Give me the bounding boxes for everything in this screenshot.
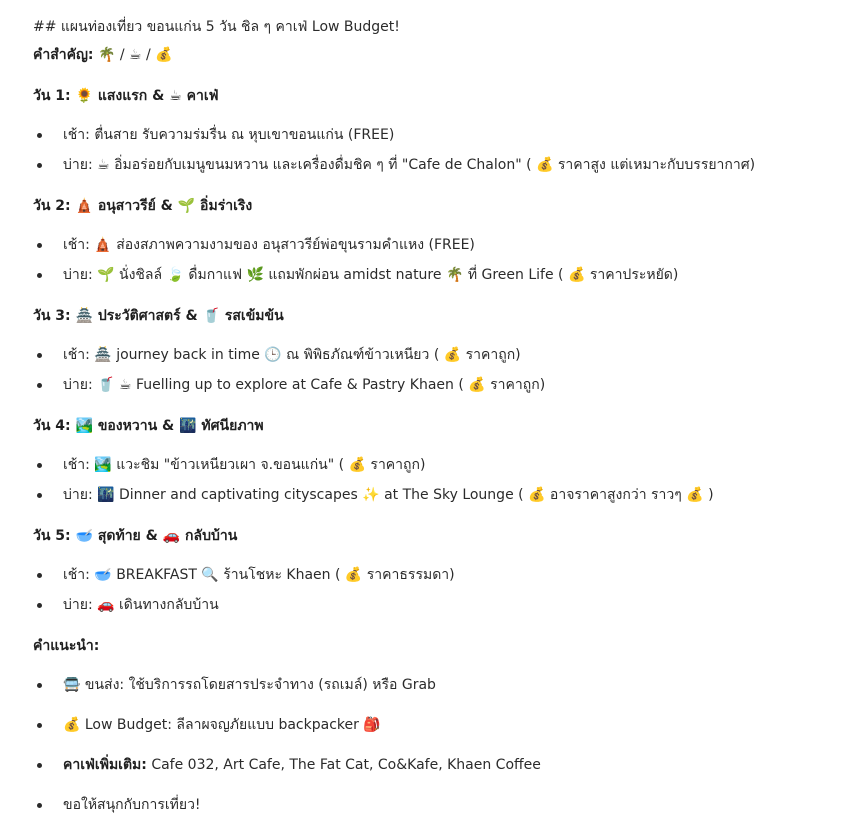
closing-item: ขอให้สนุกกับการเที่ยว! <box>33 795 201 815</box>
keywords-value: 🌴 / ☕ / 💰 <box>97 47 173 63</box>
tip-more-cafes-item: คาเฟ่เพิ่มเติม: Cafe 032, Art Cafe, The … <box>33 755 541 775</box>
day-1-morning-item: เช้า: ตื่นสาย รับความร่มรื่น ณ หุบเขาขอน… <box>33 125 394 145</box>
keywords-line: คำสำคัญ: 🌴 / ☕ / 💰 <box>33 45 173 65</box>
tip-transport-item: 🚍 ขนส่ง: ใช้บริการรถโดยสารประจำทาง (รถเม… <box>33 675 436 695</box>
day-2-afternoon-item: บ่าย: 🌱 นั่งชิลล์ 🍃 ดื่มกาแฟ 🌿 แถมพักผ่อ… <box>33 265 678 285</box>
keywords-label: คำสำคัญ: <box>33 47 94 63</box>
day-4-morning-item: เช้า: 🏞️ แวะชิม "ข้าวเหนียวเผา จ.ขอนแก่น… <box>33 455 425 475</box>
day-2-heading: วัน 2: 🛕 อนุสาวรีย์ & 🌱 อิ่มร่าเริง <box>33 198 253 214</box>
itinerary-document: ## แผนท่องเที่ยว ขอนแก่น 5 วัน ชิล ๆ คาเ… <box>0 0 846 835</box>
day-4-heading: วัน 4: 🏞️ ของหวาน & 🌃 ทัศนียภาพ <box>33 418 264 434</box>
day-3-afternoon-item: บ่าย: 🥤 ☕ Fuelling up to explore at Cafe… <box>33 375 545 395</box>
day-3-morning-item: เช้า: 🏯 journey back in time 🕒 ณ พิพิธภั… <box>33 345 521 365</box>
day-2-morning-item: เช้า: 🛕 ส่องสภาพความงามของ อนุสาวรีย์พ่อ… <box>33 235 475 255</box>
day-5-morning-item: เช้า: 🥣 BREAKFAST 🔍 ร้านโชหะ Khaen ( 💰 ร… <box>33 565 455 585</box>
day-1-heading: วัน 1: 🌻 แสงแรก & ☕ คาเฟ่ <box>33 88 219 104</box>
tips-heading: คำแนะนำ: <box>33 638 100 654</box>
itinerary-title: ## แผนท่องเที่ยว ขอนแก่น 5 วัน ชิล ๆ คาเ… <box>33 19 400 35</box>
day-5-heading: วัน 5: 🥣 สุดท้าย & 🚗 กลับบ้าน <box>33 528 238 544</box>
more-cafes-label: คาเฟ่เพิ่มเติม: <box>63 757 147 773</box>
day-5-afternoon-item: บ่าย: 🚗 เดินทางกลับบ้าน <box>33 595 219 615</box>
more-cafes-value: Cafe 032, Art Cafe, The Fat Cat, Co&Kafe… <box>151 757 541 773</box>
day-1-afternoon-item: บ่าย: ☕ อิ่มอร่อยกับเมนูขนมหวาน และเครื่… <box>33 155 755 175</box>
day-4-afternoon-item: บ่าย: 🌃 Dinner and captivating cityscape… <box>33 485 714 505</box>
day-3-heading: วัน 3: 🏯 ประวัติศาสตร์ & 🥤 รสเข้มข้น <box>33 308 284 324</box>
tip-budget-item: 💰 Low Budget: ลีลาผจญภัยแบบ backpacker 🎒 <box>33 715 381 735</box>
